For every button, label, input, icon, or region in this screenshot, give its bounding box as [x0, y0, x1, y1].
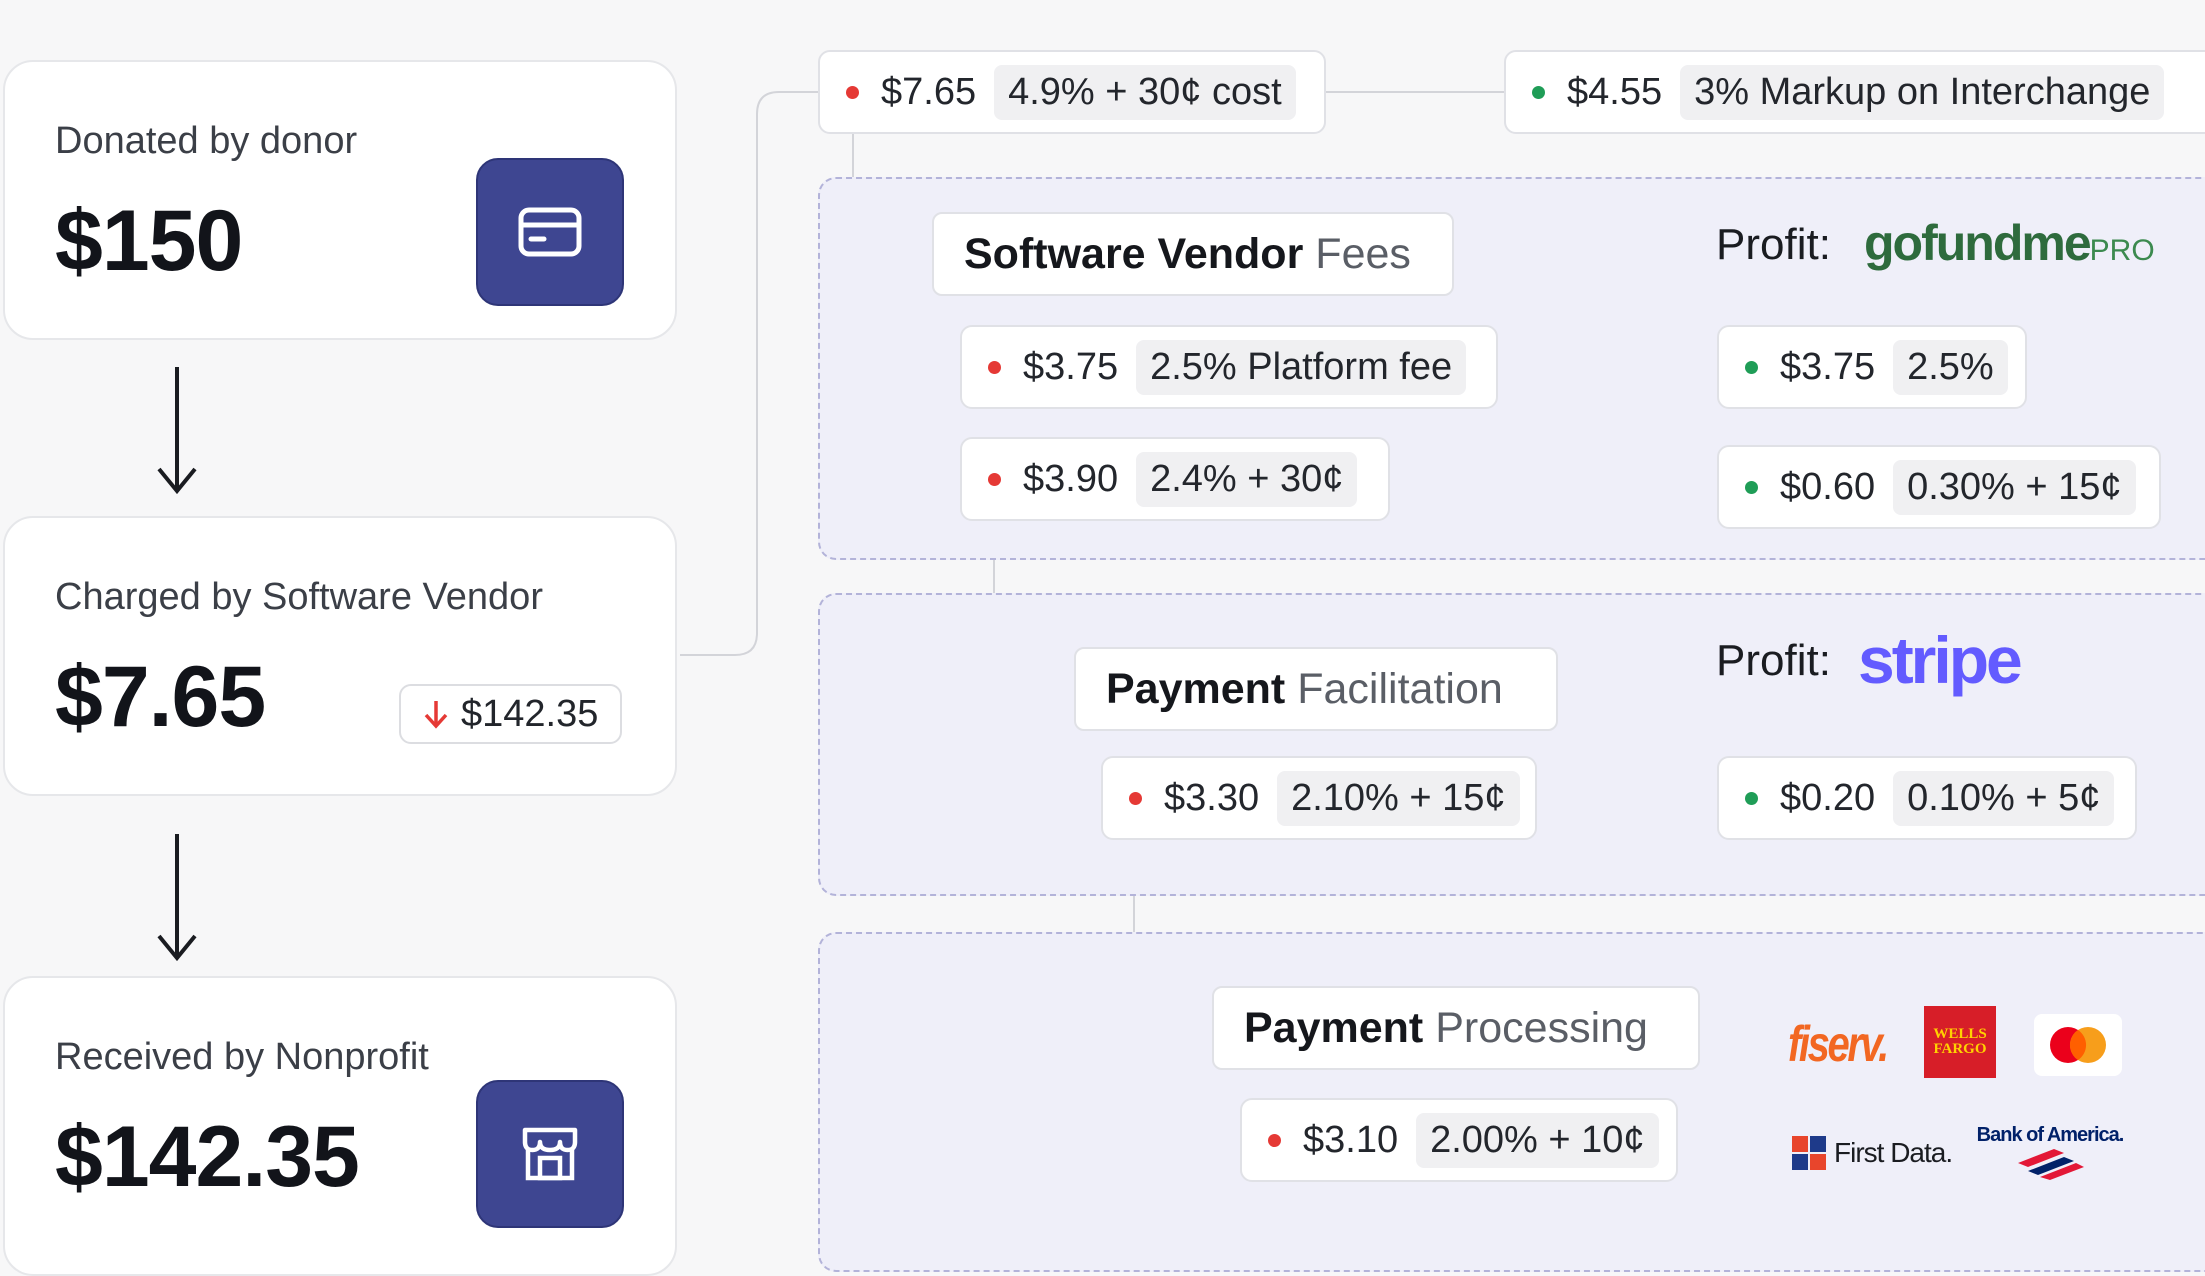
- donated-amount: $150: [55, 193, 243, 289]
- platform-fee-pill: $3.75 2.5% Platform fee: [960, 325, 1498, 409]
- charged-card: Charged by Software Vendor $7.65 $142.35: [3, 516, 677, 796]
- facilitation-profit-pill: $0.20 0.10% + 5¢: [1717, 756, 2137, 840]
- cost-dot: [846, 85, 859, 99]
- heading-light: Facilitation: [1297, 664, 1503, 713]
- arrow-down-icon: [157, 367, 197, 495]
- bank-of-america-logo: Bank of America.: [1976, 1124, 2124, 1186]
- platform-profit-pill: $3.75 2.5%: [1717, 325, 2027, 409]
- charged-label: Charged by Software Vendor: [55, 576, 543, 618]
- processing-fee-pill: $3.10 2.00% + 10¢: [1240, 1098, 1678, 1182]
- software-vendor-heading: Software Vendor Fees: [932, 212, 1454, 296]
- wells-fargo-line1: WELLS: [1933, 1026, 1987, 1042]
- fiserv-logo: fiserv.: [1788, 1016, 1889, 1072]
- vendor-processing-profit-pill: $0.60 0.30% + 15¢: [1717, 445, 2161, 529]
- pill-amount: $3.75: [1780, 345, 1876, 388]
- arrow-down-icon: [424, 701, 448, 729]
- vendor-processing-fee-pill: $3.90 2.4% + 30¢: [960, 437, 1390, 521]
- received-amount: $142.35: [55, 1109, 360, 1205]
- total-cost-pill: $7.65 4.9% + 30¢ cost: [818, 50, 1326, 134]
- pill-tag: 4.9% + 30¢ cost: [994, 64, 1296, 120]
- heading-light: Fees: [1315, 229, 1411, 278]
- pill-amount: $0.60: [1780, 465, 1876, 508]
- pill-tag: 2.10% + 15¢: [1277, 770, 1520, 826]
- pill-amount: $3.90: [1023, 457, 1119, 500]
- bank-of-america-text: Bank of America.: [1976, 1124, 2125, 1146]
- profit-dot: [1745, 480, 1758, 494]
- fee-breakdown-diagram: Donated by donor $150 Charged by Softwar…: [0, 0, 2205, 1276]
- payment-facilitation-heading: Payment Facilitation: [1074, 647, 1558, 731]
- cost-dot: [1129, 791, 1142, 805]
- storefront-icon: [476, 1080, 624, 1228]
- pill-tag: 2.5%: [1893, 339, 2008, 395]
- facilitation-fee-pill: $3.30 2.10% + 15¢: [1101, 756, 1537, 840]
- first-data-mark-icon: [1792, 1136, 1826, 1170]
- donated-card: Donated by donor $150: [3, 60, 677, 340]
- charged-amount: $7.65: [55, 649, 266, 745]
- credit-card-icon: [476, 158, 624, 306]
- pill-amount: $0.20: [1780, 776, 1876, 819]
- gofundme-pro-logo: gofundmePRO: [1864, 214, 2155, 272]
- wells-fargo-line2: FARGO: [1933, 1041, 1987, 1057]
- stripe-logo: stripe: [1858, 623, 2023, 697]
- first-data-logo: First Data.: [1790, 1134, 1953, 1172]
- cost-dot: [1268, 1133, 1281, 1147]
- heading-strong: Software Vendor: [964, 229, 1304, 278]
- heading-strong: Payment: [1106, 664, 1286, 713]
- received-card: Received by Nonprofit $142.35: [3, 976, 677, 1276]
- pro-logo-text: PRO: [2089, 234, 2155, 267]
- profit-label: Profit:: [1716, 636, 1831, 685]
- profit-label: Profit:: [1716, 220, 1831, 269]
- wells-fargo-logo: WELLS FARGO: [1924, 1006, 1996, 1078]
- pill-tag: 3% Markup on Interchange: [1680, 64, 2165, 120]
- pill-tag: 0.10% + 5¢: [1893, 770, 2115, 826]
- pill-amount: $3.75: [1023, 345, 1119, 388]
- mastercard-logo: [2034, 1014, 2122, 1076]
- remaining-amount: $142.35: [461, 692, 599, 735]
- first-data-text: First Data.: [1834, 1137, 1953, 1168]
- pill-amount: $4.55: [1567, 70, 1663, 113]
- heading-strong: Payment: [1244, 1003, 1424, 1052]
- remaining-badge: $142.35: [399, 684, 623, 744]
- donated-label: Donated by donor: [55, 120, 358, 162]
- pill-amount: $7.65: [881, 70, 977, 113]
- pill-tag: 2.5% Platform fee: [1136, 339, 1467, 395]
- gofundme-logo-text: gofundme: [1864, 215, 2092, 271]
- cost-dot: [988, 472, 1001, 486]
- pill-tag: 2.00% + 10¢: [1416, 1112, 1659, 1168]
- heading-light: Processing: [1435, 1003, 1648, 1052]
- bank-of-america-flag-icon: [2018, 1149, 2084, 1180]
- profit-dot: [1745, 360, 1758, 374]
- received-label: Received by Nonprofit: [55, 1036, 429, 1078]
- arrow-down-icon: [157, 834, 197, 962]
- profit-dot: [1532, 85, 1545, 99]
- markup-pill: $4.55 3% Markup on Interchange: [1504, 50, 2205, 134]
- pill-tag: 0.30% + 15¢: [1893, 459, 2136, 515]
- profit-dot: [1745, 791, 1758, 805]
- pill-amount: $3.10: [1303, 1118, 1399, 1161]
- payment-processing-heading: Payment Processing: [1212, 986, 1700, 1070]
- connector-charged-to-cost: [680, 91, 820, 656]
- cost-dot: [988, 360, 1001, 374]
- pill-tag: 2.4% + 30¢: [1136, 451, 1358, 507]
- pill-amount: $3.30: [1164, 776, 1260, 819]
